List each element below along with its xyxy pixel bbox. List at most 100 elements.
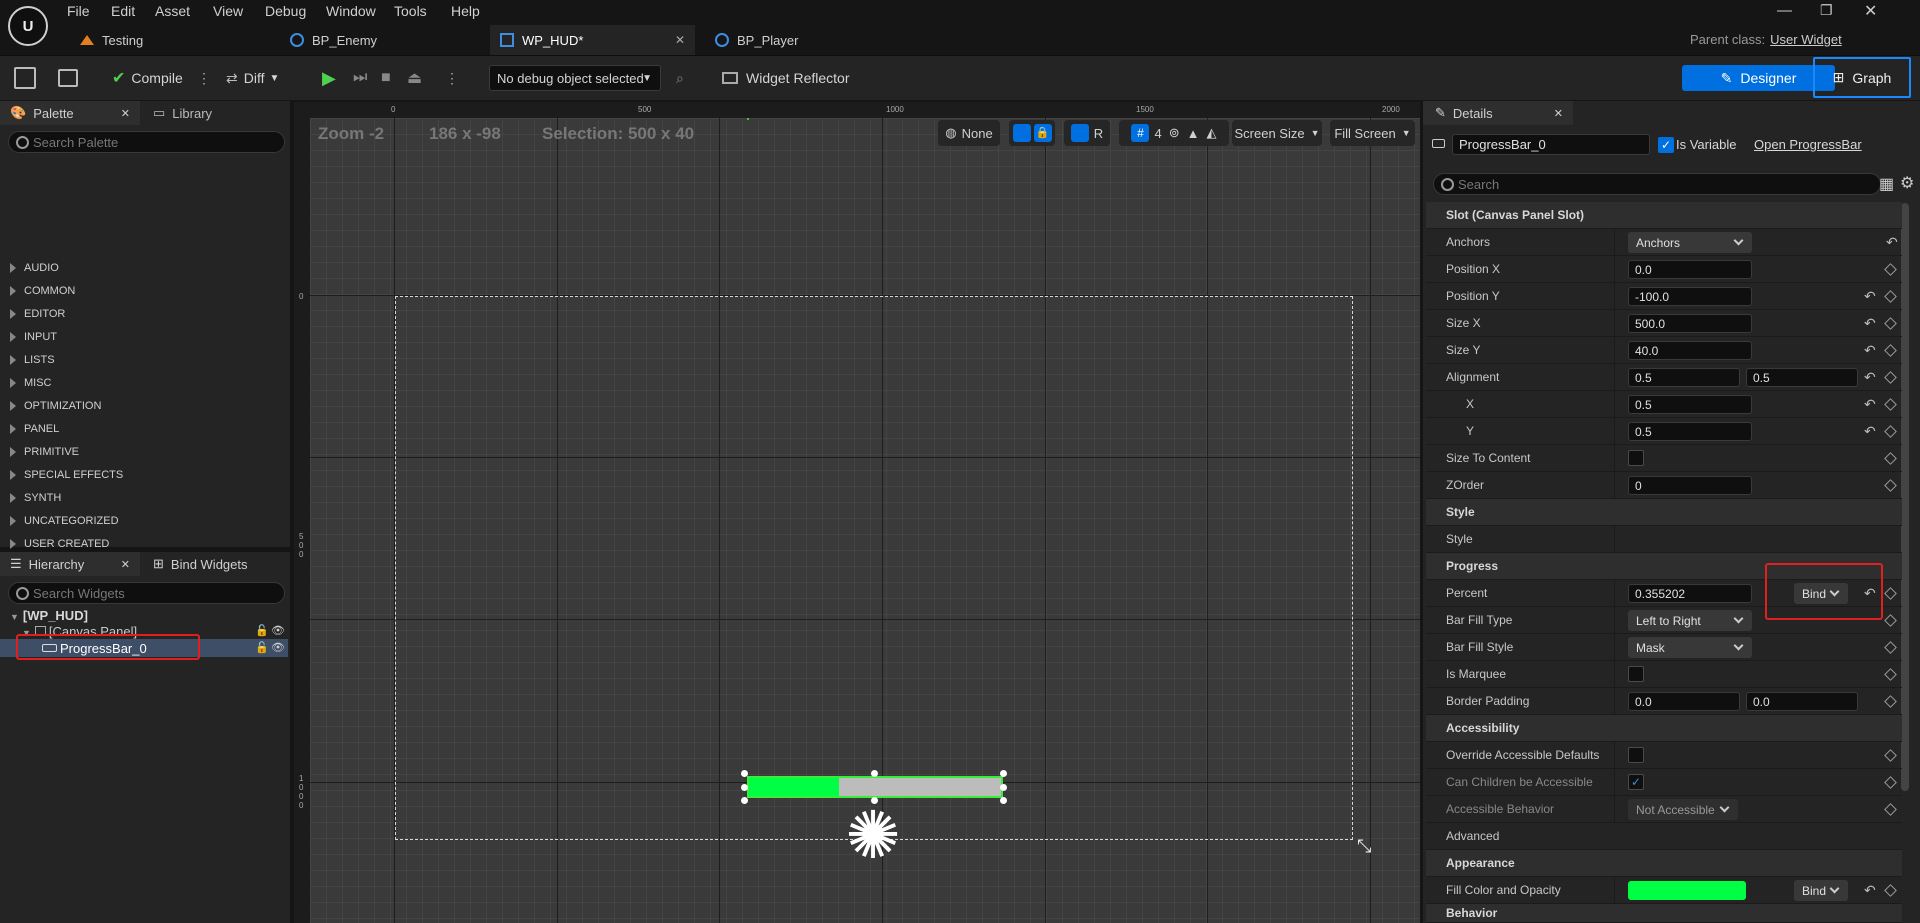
resize-handle[interactable] [871, 770, 878, 777]
bar-fill-style-dropdown[interactable]: Mask [1628, 637, 1752, 658]
minimize-icon[interactable]: — [1777, 2, 1792, 19]
unreal-logo-icon[interactable]: U [8, 6, 48, 46]
rotate-snap-label[interactable]: R [1094, 126, 1103, 141]
anchors-dropdown[interactable]: Anchors [1628, 232, 1752, 253]
menu-help[interactable]: Help [451, 3, 480, 19]
tab-bp-enemy[interactable]: BP_Enemy [280, 25, 485, 55]
row-advanced[interactable]: Advanced [1426, 823, 1902, 850]
bar-fill-type-dropdown[interactable]: Left to Right [1628, 610, 1752, 631]
palette-category[interactable]: PANEL [10, 419, 59, 439]
section-style[interactable]: Style [1426, 499, 1902, 526]
size-x-input[interactable]: 500.0 [1628, 314, 1752, 333]
menu-tools[interactable]: Tools [394, 3, 427, 19]
close-icon[interactable]: ✕ [121, 558, 130, 571]
resize-handle[interactable] [1000, 797, 1007, 804]
palette-category[interactable]: INPUT [10, 327, 57, 347]
is-marquee-checkbox[interactable] [1628, 666, 1644, 682]
position-y-input[interactable]: -100.0 [1628, 287, 1752, 306]
widget-name-input[interactable]: ProgressBar_0 [1452, 134, 1650, 155]
tab-wp-hud[interactable]: WP_HUD* ✕ [490, 25, 695, 55]
reset-to-default-icon[interactable]: ↶ [1864, 396, 1876, 413]
close-icon[interactable]: ✕ [675, 33, 685, 47]
palette-category[interactable]: OPTIMIZATION [10, 396, 101, 416]
tab-library[interactable]: ▭ Library [147, 101, 287, 125]
border-padding-a-input[interactable]: 0.0 [1628, 692, 1740, 711]
tab-testing[interactable]: Testing [70, 25, 270, 55]
palette-search-input[interactable]: Search Palette [8, 131, 285, 153]
palette-category[interactable]: USER CREATED [10, 534, 109, 554]
tab-palette[interactable]: 🎨 Palette ✕ [0, 101, 140, 125]
graph-button[interactable]: ⊞ Graph [1813, 57, 1911, 98]
palette-category[interactable]: SPECIAL EFFECTS [10, 465, 123, 485]
image-icon[interactable]: ▲ [1187, 126, 1200, 141]
resize-handle[interactable] [1000, 784, 1007, 791]
border-padding-b-input[interactable]: 0.0 [1746, 692, 1858, 711]
debug-object-select[interactable]: No debug object selected ▼ [489, 65, 661, 91]
size-to-content-checkbox[interactable] [1628, 450, 1644, 466]
override-accessible-checkbox[interactable] [1628, 747, 1644, 763]
fill-color-bind-dropdown[interactable]: Bind [1794, 880, 1848, 901]
reset-to-default-icon[interactable]: ↶ [1864, 342, 1876, 359]
widget-reflector-button[interactable]: Widget Reflector [722, 65, 849, 91]
parent-class-link[interactable]: User Widget [1770, 32, 1842, 47]
zorder-input[interactable]: 0 [1628, 476, 1752, 495]
compile-button[interactable]: ✔ Compile [112, 65, 183, 91]
tree-root[interactable]: ▼ [WP_HUD] [10, 608, 88, 623]
menu-edit[interactable]: Edit [111, 3, 135, 19]
close-icon[interactable]: ✕ [1554, 107, 1563, 120]
widget-search-input[interactable]: Search Widgets [8, 582, 285, 604]
save-icon[interactable] [14, 67, 36, 89]
play-options-icon[interactable]: ⋮ [445, 65, 459, 91]
section-accessibility[interactable]: Accessibility [1426, 715, 1902, 742]
snap-icon[interactable] [1012, 124, 1031, 142]
menu-file[interactable]: File [67, 3, 90, 19]
align-x-input[interactable]: 0.5 [1628, 395, 1752, 414]
alignment-b-input[interactable]: 0.5 [1746, 368, 1858, 387]
window-close-icon[interactable]: ✕ [1864, 1, 1877, 21]
resize-handle[interactable] [1000, 770, 1007, 777]
close-icon[interactable]: ✕ [121, 107, 130, 120]
percent-input[interactable]: 0.355202 [1628, 584, 1752, 603]
section-behavior[interactable]: Behavior [1426, 904, 1902, 923]
restore-icon[interactable]: ❐ [1820, 2, 1833, 19]
grid-icon[interactable]: # [1131, 124, 1150, 142]
tab-bp-player[interactable]: BP_Player [705, 25, 905, 55]
table-view-icon[interactable]: ▦ [1879, 174, 1894, 194]
palette-category[interactable]: UNCATEGORIZED [10, 511, 119, 531]
progress-bar-widget[interactable] [747, 776, 1003, 798]
palette-category[interactable]: LISTS [10, 350, 55, 370]
step-icon[interactable]: ⏭ [353, 65, 367, 91]
palette-category[interactable]: EDITOR [10, 304, 65, 324]
resize-handle[interactable] [741, 784, 748, 791]
compile-options-icon[interactable]: ⋮ [197, 65, 211, 91]
eye-icon[interactable]: 👁 [271, 641, 285, 654]
position-x-input[interactable]: 0.0 [1628, 260, 1752, 279]
fill-color-swatch[interactable] [1628, 881, 1746, 900]
palette-category[interactable]: PRIMITIVE [10, 442, 79, 462]
layout-icon[interactable] [1070, 124, 1089, 142]
tab-hierarchy[interactable]: ☰ Hierarchy ✕ [0, 552, 140, 576]
resize-handle[interactable] [741, 770, 748, 777]
reset-to-default-icon[interactable]: ↶ [1864, 882, 1876, 899]
section-appearance[interactable]: Appearance [1426, 850, 1902, 877]
reset-to-default-icon[interactable]: ↶ [1886, 234, 1898, 251]
tab-bind-widgets[interactable]: ⊞ Bind Widgets [147, 552, 287, 576]
resize-canvas-icon[interactable]: ⤡ [1357, 836, 1371, 857]
browse-icon[interactable] [58, 69, 78, 87]
menu-debug[interactable]: Debug [265, 3, 306, 19]
reset-to-default-icon[interactable]: ↶ [1864, 423, 1876, 440]
fill-screen-dropdown[interactable]: Fill Screen ▼ [1330, 120, 1415, 146]
eject-icon[interactable]: ⏏ [407, 65, 422, 91]
is-variable-checkbox[interactable]: ✓ [1658, 137, 1674, 153]
anchor-icon[interactable]: ✺ [838, 800, 908, 870]
lock-icon[interactable]: 🔒 [1033, 124, 1052, 142]
palette-category[interactable]: AUDIO [10, 258, 59, 278]
open-progressbar-link[interactable]: Open ProgressBar [1754, 137, 1862, 152]
size-y-input[interactable]: 40.0 [1628, 341, 1752, 360]
reset-to-default-icon[interactable]: ↶ [1864, 315, 1876, 332]
stop-icon[interactable]: ■ [381, 65, 391, 91]
menu-asset[interactable]: Asset [155, 3, 190, 19]
grid-size-label[interactable]: 4 [1154, 126, 1161, 141]
tab-details[interactable]: ✎ Details ✕ [1423, 101, 1573, 125]
palette-category[interactable]: MISC [10, 373, 52, 393]
